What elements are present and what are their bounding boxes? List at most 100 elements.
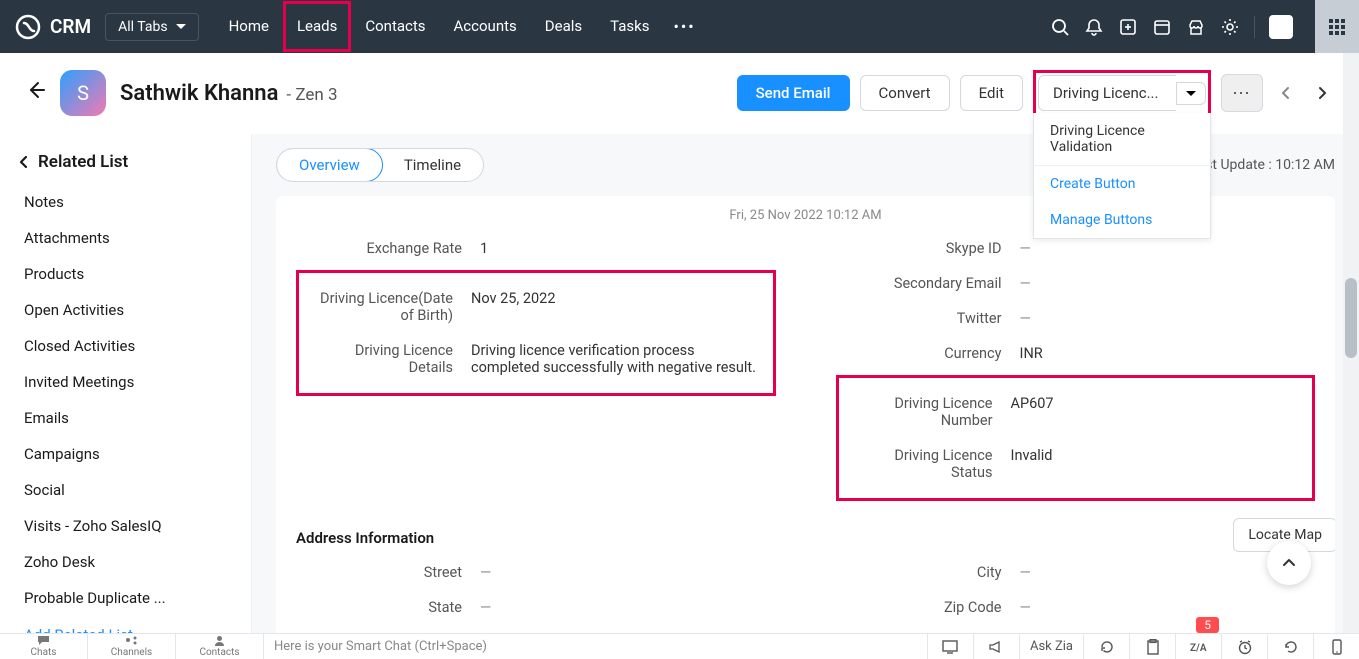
field-twitter: Twitter — [836,301,1316,336]
ask-zia-button[interactable]: Ask Zia [1019,634,1083,659]
sidebar-item-emails[interactable]: Emails [0,400,251,436]
field-secondary-email: Secondary Email — [836,266,1316,301]
scroll-top-button[interactable] [1267,541,1311,585]
notification-badge[interactable]: 5 [1196,617,1219,633]
search-icon[interactable] [1050,17,1070,37]
sidebar-item-notes[interactable]: Notes [0,184,251,220]
nav-tab-accounts[interactable]: Accounts [440,1,531,52]
field-value[interactable]: Nov 25, 2022 [471,290,761,324]
marketplace-icon[interactable] [1186,17,1206,37]
field-value[interactable]: — [480,564,772,581]
field-label: Street [300,564,480,581]
bottom-tab-chats[interactable]: Chats [0,634,88,659]
app-logo: CRM [14,13,91,41]
field-value[interactable]: — [480,599,772,616]
nav-tab-contacts[interactable]: Contacts [351,1,439,52]
bottom-tab-channels[interactable]: Channels [88,634,176,659]
bottom-tabs: Chats Channels Contacts [0,634,264,659]
collapse-icon[interactable] [16,155,30,169]
scrollbar[interactable] [1343,53,1359,633]
field-dl-dob: Driving Licence(Date of Birth) Nov 25, 2… [307,281,765,333]
nav-tab-leads[interactable]: Leads [283,1,351,52]
field-grid: Exchange Rate 1 Driving Licence(Date of … [296,231,1315,505]
sidebar-item-closed-activities[interactable]: Closed Activities [0,328,251,364]
address-col-left: Street — State — [296,555,776,625]
sidebar-item-zoho-desk[interactable]: Zoho Desk [0,544,251,580]
dropdown-item-validation[interactable]: Driving Licence Validation [1034,113,1210,165]
field-value[interactable]: — [1020,310,1312,327]
sidebar-item-open-activities[interactable]: Open Activities [0,292,251,328]
custom-button-caret[interactable] [1176,82,1206,105]
apps-grid-icon[interactable] [1315,0,1359,53]
user-avatar[interactable] [1269,15,1293,39]
sidebar: Related List Notes Attachments Products … [0,134,252,647]
nav-tabs: Home Leads Contacts Accounts Deals Tasks… [215,1,706,52]
sidebar-item-products[interactable]: Products [0,256,251,292]
record-title: Sathwik Khanna - Zen 3 [120,81,338,106]
sidebar-item-attachments[interactable]: Attachments [0,220,251,256]
smart-chat-input[interactable]: Here is your Smart Chat (Ctrl+Space) [264,634,927,659]
field-value[interactable]: — [1020,240,1312,257]
svg-text:Z/A: Z/A [1190,643,1207,654]
send-email-button[interactable]: Send Email [737,75,850,111]
bottom-tab-contacts[interactable]: Contacts [176,634,264,659]
back-arrow-icon[interactable] [24,79,46,107]
nav-tab-tasks[interactable]: Tasks [596,1,663,52]
clock-icon[interactable] [1221,634,1267,659]
all-tabs-button[interactable]: All Tabs [105,13,198,41]
custom-button-main[interactable]: Driving Licenc... [1038,75,1176,111]
nav-more-button[interactable]: ••• [664,1,706,52]
more-actions-button[interactable]: ⋯ [1221,74,1263,112]
field-label: Twitter [840,310,1020,327]
phone-icon[interactable] [1313,634,1359,659]
field-value[interactable]: Invalid [1011,447,1301,481]
field-dl-number: Driving Licence Number AP607 [847,386,1305,438]
record-actions: Send Email Convert Edit Driving Licenc..… [737,70,1335,116]
refresh-icon[interactable] [1083,634,1129,659]
field-value[interactable]: INR [1020,345,1312,362]
sidebar-item-campaigns[interactable]: Campaigns [0,436,251,472]
sidebar-item-invited-meetings[interactable]: Invited Meetings [0,364,251,400]
record-header: S Sathwik Khanna - Zen 3 Send Email Conv… [0,53,1359,134]
za-icon[interactable]: Z/A [1175,634,1221,659]
dropdown-item-create-button[interactable]: Create Button [1034,166,1210,202]
field-value[interactable]: AP607 [1011,395,1301,429]
nav-right [1050,0,1345,53]
nav-tab-home[interactable]: Home [215,1,283,52]
sidebar-item-duplicates[interactable]: Probable Duplicate ... [0,580,251,616]
record-avatar: S [60,70,106,116]
field-dl-status: Driving Licence Status Invalid [847,438,1305,490]
caret-down-icon [1186,91,1196,96]
app-name: CRM [50,15,91,38]
gear-icon[interactable] [1220,17,1240,37]
nav-tab-deals[interactable]: Deals [531,1,596,52]
field-value[interactable]: 1 [480,240,772,257]
field-label: State [300,599,480,616]
record-company: - Zen 3 [286,85,337,105]
sidebar-item-visits[interactable]: Visits - Zoho SalesIQ [0,508,251,544]
tab-timeline[interactable]: Timeline [382,149,483,181]
field-street: Street — [296,555,776,590]
field-label: Skype ID [840,240,1020,257]
address-col-right: City — Zip Code — [836,555,1316,625]
all-tabs-label: All Tabs [118,19,167,35]
calendar-icon[interactable] [1152,17,1172,37]
convert-button[interactable]: Convert [860,75,950,111]
field-label: Currency [840,345,1020,362]
dropdown-item-manage-buttons[interactable]: Manage Buttons [1034,202,1210,238]
next-record-arrow[interactable] [1309,77,1335,109]
scrollbar-thumb[interactable] [1345,278,1357,358]
sidebar-item-social[interactable]: Social [0,472,251,508]
field-value[interactable]: — [1020,275,1312,292]
plus-icon[interactable] [1118,17,1138,37]
clipboard-icon[interactable] [1129,634,1175,659]
field-value[interactable]: Driving licence verification process com… [471,342,761,376]
tab-overview[interactable]: Overview [276,148,383,182]
bell-icon[interactable] [1084,17,1104,37]
prev-record-arrow[interactable] [1273,77,1299,109]
field-value[interactable]: — [1020,599,1312,616]
screen-icon[interactable] [927,634,973,659]
edit-button[interactable]: Edit [960,75,1023,111]
history-icon[interactable] [1267,634,1313,659]
megaphone-icon[interactable] [973,634,1019,659]
